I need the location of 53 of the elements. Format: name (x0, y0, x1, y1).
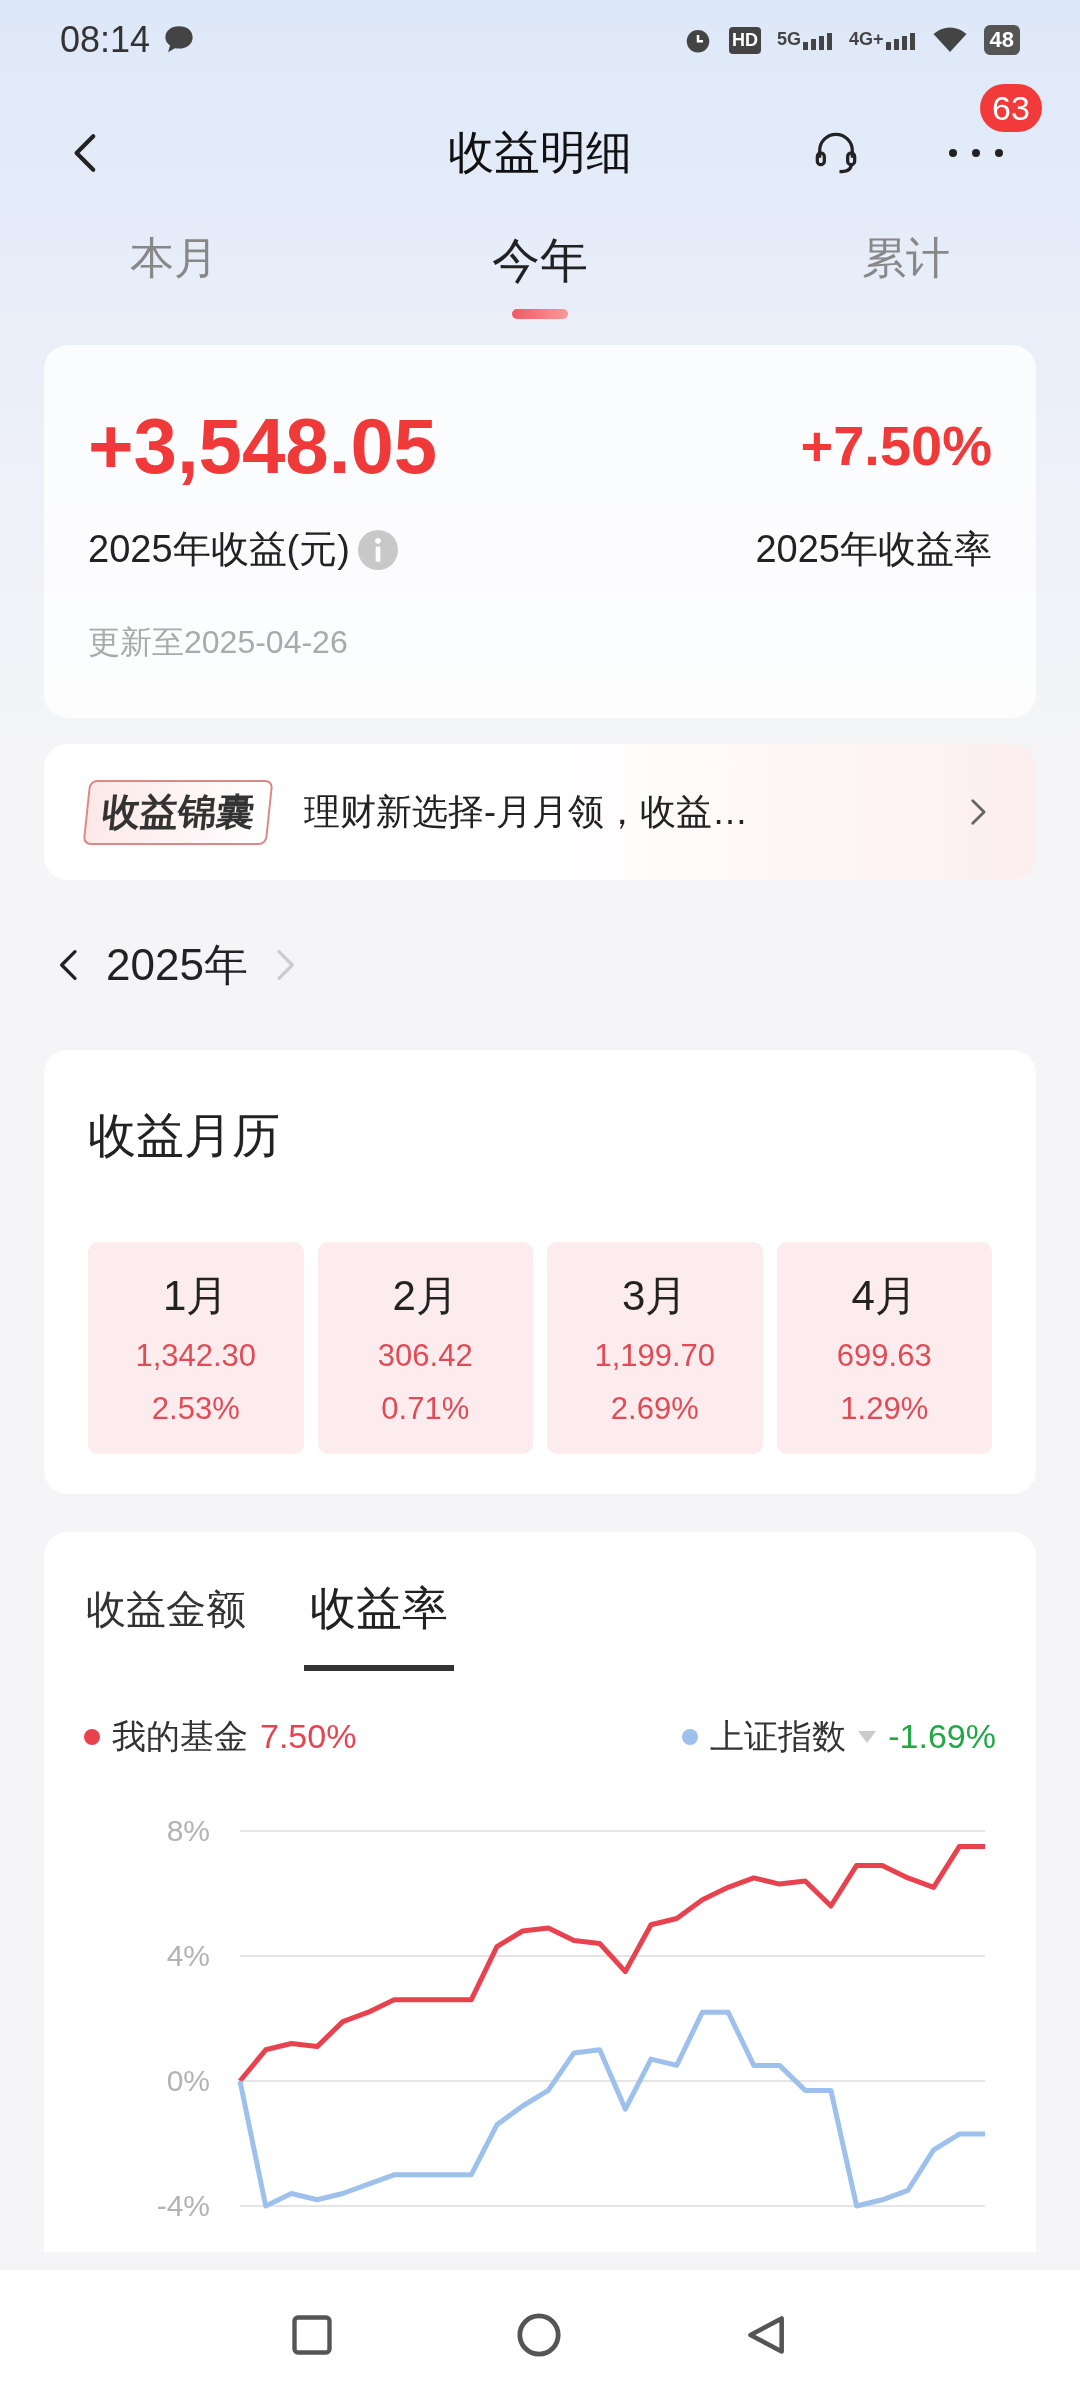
update-date: 更新至2025-04-26 (88, 623, 349, 662)
month-rate: 1.29% (840, 1389, 929, 1428)
month-rate: 2.53% (151, 1389, 240, 1428)
month-label: 4月 (851, 1271, 917, 1321)
month-tile[interactable]: 2月 306.42 0.71% (317, 1242, 533, 1454)
dropdown-icon (858, 1730, 877, 1743)
month-profit: 306.42 (377, 1337, 473, 1375)
month-profit: 1,199.70 (594, 1337, 716, 1375)
circle-icon (516, 2312, 562, 2358)
battery-indicator: 48 (983, 25, 1020, 55)
month-label: 3月 (622, 1271, 688, 1321)
network-label: 5G (776, 30, 801, 48)
profit-label: 2025年收益(元) (88, 527, 350, 572)
month-tile[interactable]: 3月 1,199.70 2.69% (547, 1242, 763, 1454)
month-profit: 699.63 (836, 1337, 932, 1375)
legend-label: 我的基金 (112, 1716, 248, 1757)
period-tab[interactable]: 今年 (492, 225, 588, 345)
axis-label: 4% (166, 1939, 210, 1972)
recent-apps-button[interactable] (291, 2314, 334, 2356)
network-label: HD (728, 26, 761, 54)
axis-label: -4% (156, 2189, 210, 2222)
legend-label: 上证指数 (710, 1716, 847, 1757)
calendar-title: 收益月历 (87, 1108, 281, 1164)
month-profit: 1,342.30 (135, 1337, 257, 1375)
yearly-profit: +3,548.05 (88, 407, 438, 485)
chart-tab[interactable]: 收益率 (304, 1574, 454, 1671)
promo-text: 理财新选择-月月领，收益… (304, 790, 749, 834)
month-tile[interactable]: 4月 699.63 1.29% (776, 1242, 992, 1454)
month-rate: 0.71% (381, 1389, 470, 1428)
rate-label: 2025年收益率 (755, 527, 992, 572)
year-label: 2025年 (106, 939, 248, 991)
page-title: 收益明细 (448, 125, 632, 180)
month-tile[interactable]: 1月 1,342.30 2.53% (88, 1242, 304, 1454)
month-rate: 2.69% (610, 1389, 699, 1428)
axis-label: 8% (166, 1814, 210, 1847)
signal-icon (885, 30, 916, 50)
yearly-rate: +7.50% (800, 418, 992, 474)
status-time: 08:14 (60, 18, 151, 62)
notification-badge: 63 (980, 84, 1042, 132)
legend-value: 7.50% (260, 1716, 357, 1757)
chart-tab[interactable]: 收益金额 (86, 1574, 246, 1671)
more-icon (949, 147, 1003, 158)
signal-icon (803, 30, 833, 50)
info-icon (357, 529, 398, 570)
legend-value: -1.69% (888, 1716, 996, 1757)
network-label: 4G+ (849, 30, 884, 48)
promo-tag: 收益锦囊 (82, 779, 274, 845)
square-icon (291, 2314, 334, 2356)
home-button[interactable] (516, 2312, 562, 2358)
promo-banner[interactable]: 收益锦囊 理财新选择-月月领，收益… (44, 744, 1036, 880)
month-label: 1月 (163, 1271, 229, 1321)
axis-label: 0% (166, 2064, 210, 2097)
month-label: 2月 (392, 1271, 458, 1321)
